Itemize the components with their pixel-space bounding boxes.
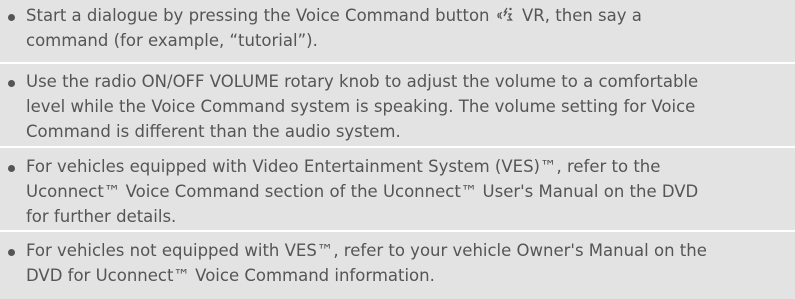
bullet-line: for further details. bbox=[26, 207, 177, 226]
bullet-line-text: Start a dialogue by pressing the Voice C… bbox=[26, 6, 490, 25]
bullet-line-tail: , then say a bbox=[544, 6, 642, 25]
bullet-item-ves: For vehicles equipped with Video Enterta… bbox=[0, 148, 795, 232]
instructions-panel: Start a dialogue by pressing the Voice C… bbox=[0, 0, 795, 299]
bullet-item-volume: Use the radio ON/OFF VOLUME rotary knob … bbox=[0, 64, 795, 148]
bullet-line: Start a dialogue by pressing the Voice C… bbox=[26, 3, 792, 28]
bullet-line: For vehicles equipped with Video Enterta… bbox=[26, 157, 661, 176]
bullet-item-no-ves: For vehicles not equipped with VES™, ref… bbox=[0, 232, 795, 299]
bullet-line: command (for example, “tutorial”). bbox=[26, 31, 318, 50]
bullet-text: For vehicles equipped with Video Enterta… bbox=[26, 154, 792, 229]
bullet-item-start-dialogue: Start a dialogue by pressing the Voice C… bbox=[0, 0, 795, 64]
bullet-line: level while the Voice Command system is … bbox=[26, 97, 696, 116]
bullet-line: DVD for Uconnect™ Voice Command informat… bbox=[26, 266, 435, 285]
bullet-line: Use the radio ON/OFF VOLUME rotary knob … bbox=[26, 72, 699, 91]
bullet-line: Uconnect™ Voice Command section of the U… bbox=[26, 182, 699, 201]
bullet-line: For vehicles not equipped with VES™, ref… bbox=[26, 241, 707, 260]
vr-button-label: VR bbox=[522, 6, 545, 25]
bullet-dot bbox=[8, 249, 15, 256]
bullet-line: Command is different than the audio syst… bbox=[26, 122, 401, 141]
bullet-text: For vehicles not equipped with VES™, ref… bbox=[26, 238, 792, 288]
bullet-dot bbox=[8, 14, 15, 21]
bullet-dot bbox=[8, 80, 15, 87]
bullet-text: Use the radio ON/OFF VOLUME rotary knob … bbox=[26, 69, 792, 144]
bullet-dot bbox=[8, 165, 15, 172]
voice-command-icon bbox=[495, 6, 522, 25]
bullet-text: Start a dialogue by pressing the Voice C… bbox=[26, 3, 792, 53]
